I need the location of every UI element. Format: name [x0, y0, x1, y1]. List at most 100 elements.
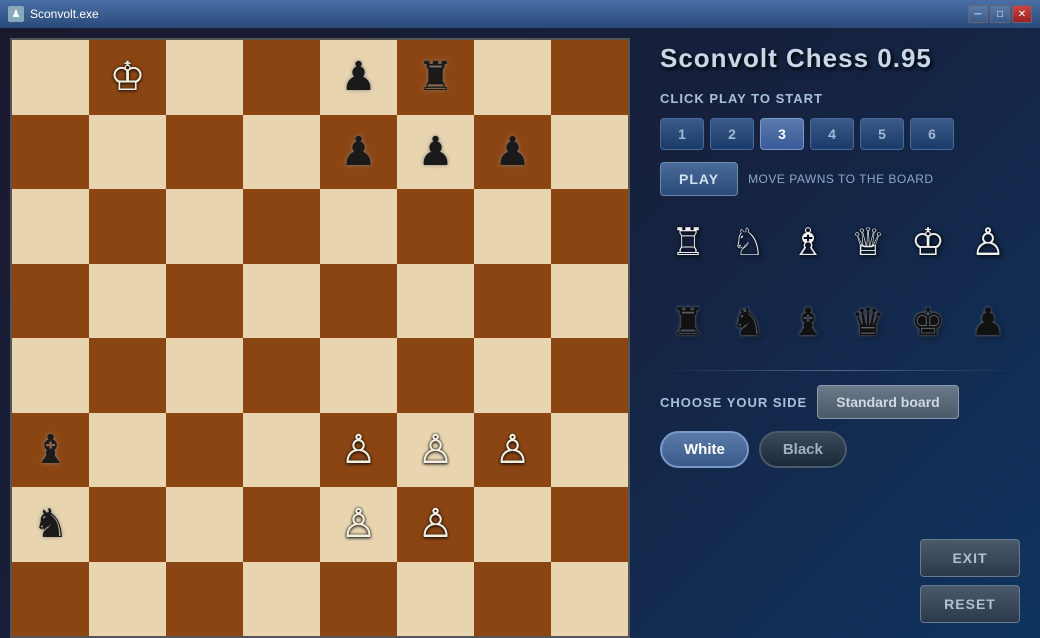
difficulty-button-1[interactable]: 1	[660, 118, 704, 150]
cell-6-0[interactable]: ♞	[12, 487, 89, 562]
cell-1-3[interactable]	[243, 115, 320, 190]
white-gallery-piece-1[interactable]: ♘	[720, 212, 776, 272]
cell-7-2[interactable]	[166, 562, 243, 637]
cell-1-0[interactable]	[12, 115, 89, 190]
cell-6-4[interactable]: ♙	[320, 487, 397, 562]
cell-5-1[interactable]	[89, 413, 166, 488]
cell-3-0[interactable]	[12, 264, 89, 339]
play-button[interactable]: PLAY	[660, 162, 738, 196]
cell-2-2[interactable]	[166, 189, 243, 264]
cell-7-5[interactable]	[397, 562, 474, 637]
cell-2-4[interactable]	[320, 189, 397, 264]
cell-4-0[interactable]	[12, 338, 89, 413]
cell-3-4[interactable]	[320, 264, 397, 339]
close-button[interactable]: ✕	[1012, 5, 1032, 23]
piece-rook-black: ♜	[418, 57, 454, 97]
play-row: PLAY MOVE PAWNS TO THE BOARD	[660, 162, 1020, 196]
black-side-button[interactable]: Black	[759, 431, 847, 468]
cell-4-3[interactable]	[243, 338, 320, 413]
cell-4-4[interactable]	[320, 338, 397, 413]
reset-button[interactable]: RESET	[920, 585, 1020, 623]
cell-3-2[interactable]	[166, 264, 243, 339]
cell-2-6[interactable]	[474, 189, 551, 264]
chess-board[interactable]: ♔♟♜♟♟♟♝♙♙♙♞♙♙	[10, 38, 630, 638]
black-gallery-piece-1[interactable]: ♞	[720, 292, 776, 352]
cell-7-0[interactable]	[12, 562, 89, 637]
cell-1-5[interactable]: ♟	[397, 115, 474, 190]
cell-6-6[interactable]	[474, 487, 551, 562]
cell-0-4[interactable]: ♟	[320, 40, 397, 115]
black-gallery-piece-4[interactable]: ♚	[900, 292, 956, 352]
cell-5-4[interactable]: ♙	[320, 413, 397, 488]
black-gallery-piece-2[interactable]: ♝	[780, 292, 836, 352]
cell-6-1[interactable]	[89, 487, 166, 562]
cell-4-7[interactable]	[551, 338, 628, 413]
white-gallery-piece-2[interactable]: ♗	[780, 212, 836, 272]
cell-0-3[interactable]	[243, 40, 320, 115]
cell-2-1[interactable]	[89, 189, 166, 264]
cell-7-6[interactable]	[474, 562, 551, 637]
cell-3-5[interactable]	[397, 264, 474, 339]
cell-5-0[interactable]: ♝	[12, 413, 89, 488]
cell-2-5[interactable]	[397, 189, 474, 264]
main-content: ♔♟♜♟♟♟♝♙♙♙♞♙♙ Sconvolt Chess 0.95 CLICK …	[0, 28, 1040, 638]
cell-3-1[interactable]	[89, 264, 166, 339]
minimize-button[interactable]: ─	[968, 5, 988, 23]
cell-6-7[interactable]	[551, 487, 628, 562]
black-gallery-piece-3[interactable]: ♛	[840, 292, 896, 352]
cell-5-3[interactable]	[243, 413, 320, 488]
cell-5-6[interactable]: ♙	[474, 413, 551, 488]
title-bar-controls[interactable]: ─ □ ✕	[968, 5, 1032, 23]
cell-3-7[interactable]	[551, 264, 628, 339]
cell-6-5[interactable]: ♙	[397, 487, 474, 562]
cell-0-2[interactable]	[166, 40, 243, 115]
cell-4-2[interactable]	[166, 338, 243, 413]
cell-0-1[interactable]: ♔	[89, 40, 166, 115]
cell-0-5[interactable]: ♜	[397, 40, 474, 115]
difficulty-button-6[interactable]: 6	[910, 118, 954, 150]
cell-4-6[interactable]	[474, 338, 551, 413]
cell-0-7[interactable]	[551, 40, 628, 115]
white-gallery-piece-0[interactable]: ♖	[660, 212, 716, 272]
cell-1-1[interactable]	[89, 115, 166, 190]
cell-2-7[interactable]	[551, 189, 628, 264]
window-title: Sconvolt.exe	[30, 7, 99, 21]
cell-5-2[interactable]	[166, 413, 243, 488]
cell-7-3[interactable]	[243, 562, 320, 637]
black-gallery-piece-5[interactable]: ♟	[960, 292, 1016, 352]
difficulty-button-4[interactable]: 4	[810, 118, 854, 150]
cell-5-7[interactable]	[551, 413, 628, 488]
cell-1-6[interactable]: ♟	[474, 115, 551, 190]
cell-0-0[interactable]	[12, 40, 89, 115]
cell-6-2[interactable]	[166, 487, 243, 562]
maximize-button[interactable]: □	[990, 5, 1010, 23]
cell-7-7[interactable]	[551, 562, 628, 637]
cell-4-1[interactable]	[89, 338, 166, 413]
piece-pawn-white: ♙	[418, 504, 454, 544]
difficulty-button-5[interactable]: 5	[860, 118, 904, 150]
cell-1-2[interactable]	[166, 115, 243, 190]
cell-1-7[interactable]	[551, 115, 628, 190]
cell-2-0[interactable]	[12, 189, 89, 264]
white-gallery-piece-4[interactable]: ♔	[900, 212, 956, 272]
cell-2-3[interactable]	[243, 189, 320, 264]
black-gallery-piece-0[interactable]: ♜	[660, 292, 716, 352]
cell-3-3[interactable]	[243, 264, 320, 339]
difficulty-button-2[interactable]: 2	[710, 118, 754, 150]
black-pieces-gallery: ♜♞♝♛♚♟	[660, 288, 1020, 356]
cell-7-4[interactable]	[320, 562, 397, 637]
exit-button[interactable]: EXIT	[920, 539, 1020, 577]
white-gallery-piece-3[interactable]: ♕	[840, 212, 896, 272]
white-side-button[interactable]: White	[660, 431, 749, 468]
cell-4-5[interactable]	[397, 338, 474, 413]
cell-7-1[interactable]	[89, 562, 166, 637]
cell-6-3[interactable]	[243, 487, 320, 562]
cell-5-5[interactable]: ♙	[397, 413, 474, 488]
side-buttons-row: White Black	[660, 431, 1020, 468]
white-gallery-piece-5[interactable]: ♙	[960, 212, 1016, 272]
difficulty-button-3[interactable]: 3	[760, 118, 804, 150]
cell-3-6[interactable]	[474, 264, 551, 339]
cell-1-4[interactable]: ♟	[320, 115, 397, 190]
cell-0-6[interactable]	[474, 40, 551, 115]
standard-board-button[interactable]: Standard board	[817, 385, 958, 419]
